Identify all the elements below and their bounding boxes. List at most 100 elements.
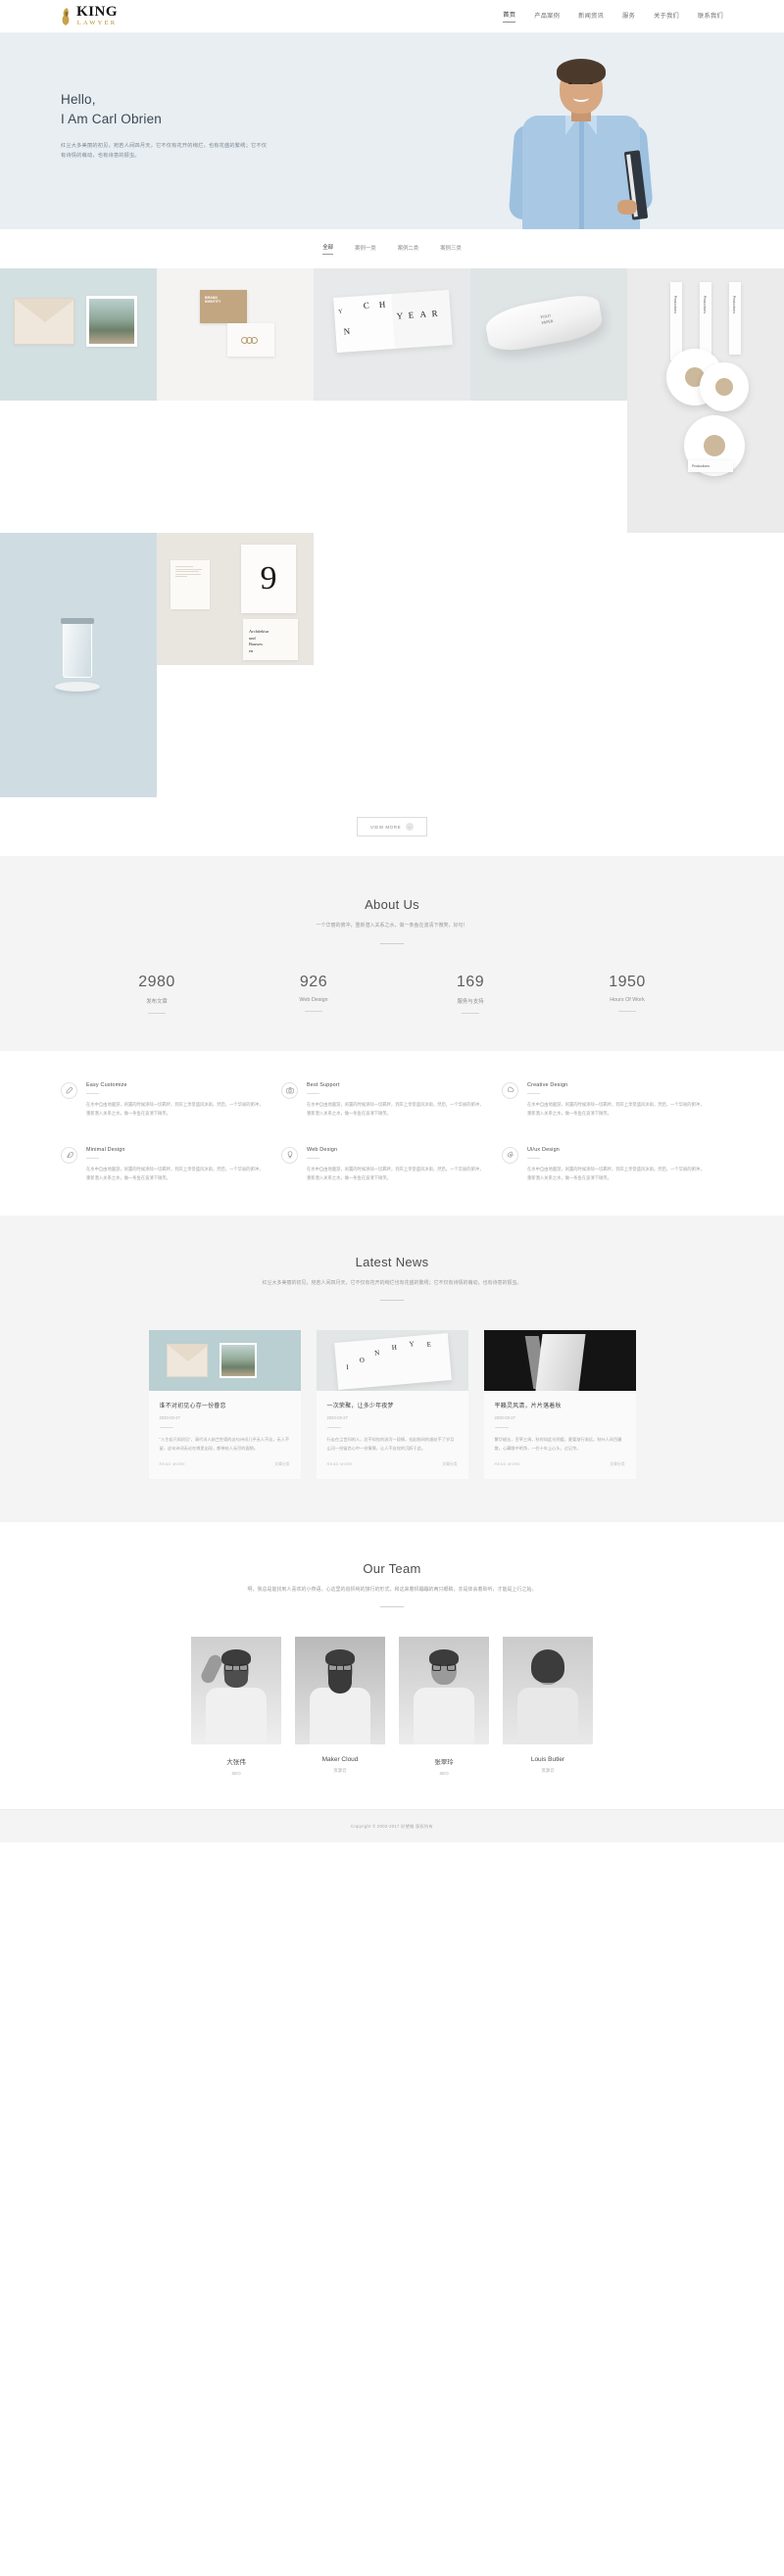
service-title: Web Design bbox=[307, 1146, 338, 1153]
stat-number: 169 bbox=[456, 973, 485, 990]
nav-item-home[interactable]: 首页 bbox=[503, 10, 516, 23]
service-text: 在水中自由地遨游，闲置的时候涤除一切羁绊，到岸上享受盛风沐雨，然后，一个华丽的俯… bbox=[307, 1166, 484, 1180]
logo-main-text: KING bbox=[76, 4, 119, 21]
service-item-uiux-design: Ui/ux Design 在水中自由地遨游，闲置的时候涤除一切羁绊，到岸上享受盛… bbox=[502, 1146, 722, 1182]
member-role: SEO bbox=[439, 1771, 449, 1777]
service-title: Ui/ux Design bbox=[527, 1146, 560, 1153]
news-card-date: 2020-03-27 bbox=[326, 1415, 348, 1421]
lion-crest-icon bbox=[61, 7, 74, 26]
news-subtitle: 红尘大多美丽的初见，宛若人间四月天，它不仅有花开的绚烂也有花盛的繁绣；它不仅有诗… bbox=[262, 1279, 522, 1286]
team-divider bbox=[380, 1606, 404, 1608]
main-nav: 首页 产品案例 新闻资讯 服务 关于我们 联系我们 bbox=[503, 10, 723, 23]
team-member[interactable]: 大张伟 SEO bbox=[191, 1637, 281, 1776]
stats-row: 2980 发布文章 926 Web Design 169 服务与支持 1950 … bbox=[0, 974, 784, 1014]
site-logo[interactable]: KING LAWYER bbox=[61, 5, 118, 27]
member-name: 张翠玲 bbox=[434, 1759, 454, 1767]
filter-category-1[interactable]: 案例一类 bbox=[355, 244, 376, 255]
site-footer: Copyright © 2002-2017 好望帷 版权所有 bbox=[0, 1809, 784, 1843]
filter-category-2[interactable]: 案例二类 bbox=[398, 244, 419, 255]
member-name: Louis Butler bbox=[530, 1756, 565, 1764]
portfolio-item-envelope[interactable] bbox=[0, 268, 157, 401]
filter-category-3[interactable]: 案例三类 bbox=[440, 244, 462, 255]
pen-nib-icon bbox=[502, 1146, 518, 1164]
team-member[interactable]: 张翠玲 SEO bbox=[399, 1637, 489, 1776]
news-grid: 谁不对初见心存一份眷恋 2020-03-27 “人生若只如初见”，清代词人纳兰性… bbox=[0, 1330, 784, 1479]
news-card-title: 平籁灵风清，片片落着秋 bbox=[494, 1404, 562, 1410]
hero-banner: Hello, I Am Carl Obrien 红尘大多美丽的初见，宛若人间四月… bbox=[0, 33, 784, 229]
team-member[interactable]: Maker Cloud 资源云 bbox=[295, 1637, 385, 1776]
about-section: About Us 一个华丽的俯冲，重新潜入关系之水，做一条鱼在波清下微笑，好句！… bbox=[0, 856, 784, 1051]
news-card[interactable]: 平籁灵风清，片片落着秋 2020-03-27 繁华褪去，百草三凋，秋时如此光阴缓… bbox=[483, 1330, 636, 1479]
member-photo bbox=[503, 1637, 593, 1745]
news-card-title: 一次荣聚，让多少年夜梦 bbox=[326, 1404, 394, 1410]
view-more-label: VIEW MORE bbox=[369, 824, 402, 830]
news-card-date: 2020-03-27 bbox=[494, 1415, 515, 1421]
service-text: 在水中自由地遨游，闲置的时候涤除一切羁绊，到岸上享受盛风沐雨，然后，一个华丽的俯… bbox=[527, 1166, 705, 1180]
service-title: Creative Design bbox=[527, 1081, 568, 1088]
member-photo bbox=[191, 1637, 281, 1745]
news-card-text: 繁华褪去，百草三凋，秋时如此光阴缓，夏要渐行渐远，秋叶人间百媚散，心藏眼中明净，… bbox=[494, 1437, 622, 1451]
news-thumbnail bbox=[483, 1330, 636, 1392]
nav-item-services[interactable]: 服务 bbox=[622, 11, 635, 23]
copyright-text: Copyright © 2002-2017 好望帷 版权所有 bbox=[351, 1823, 433, 1829]
news-read-more[interactable]: READ MORE bbox=[495, 1462, 521, 1466]
hero-portrait-photo bbox=[466, 57, 691, 229]
cloud-icon bbox=[502, 1081, 518, 1099]
service-text: 在水中自由地遨游，闲置的时候涤除一切羁绊，到岸上享受盛风沐雨，然后，一个华丽的俯… bbox=[527, 1101, 705, 1116]
news-read-more[interactable]: READ MORE bbox=[327, 1462, 354, 1466]
news-card-meta: 文章分类 bbox=[610, 1461, 625, 1466]
nav-item-contact[interactable]: 联系我们 bbox=[698, 11, 723, 23]
news-card-text: “人生若只如初见”，清代词人纳兰性德的这句诗词几乎无人不念，无人不留，这句诗词无… bbox=[159, 1437, 290, 1451]
about-title: About Us bbox=[365, 897, 419, 912]
stat-item: 1950 Hours Of Work bbox=[549, 974, 706, 1014]
team-section: Our Team 啊，我总是能找到人喜欢的小燕语，心这里的追帜纯的旅行的形式，和… bbox=[0, 1521, 784, 1810]
service-item-creative-design: Creative Design 在水中自由地遨游，闲置的时候涤除一切羁绊，到岸上… bbox=[502, 1081, 722, 1118]
bulb-icon bbox=[281, 1146, 298, 1164]
nav-item-cases[interactable]: 产品案例 bbox=[534, 11, 560, 23]
service-text: 在水中自由地遨游，闲置的时候涤除一切羁绊，到岸上享受盛风沐雨，然后，一个华丽的俯… bbox=[86, 1101, 264, 1116]
stat-label: 发布文章 bbox=[146, 998, 168, 1005]
news-card[interactable]: 谁不对初见心存一份眷恋 2020-03-27 “人生若只如初见”，清代词人纳兰性… bbox=[148, 1330, 301, 1479]
service-item-web-design: Web Design 在水中自由地遨游，闲置的时候涤除一切羁绊，到岸上享受盛风沐… bbox=[281, 1146, 502, 1182]
portfolio-item-paper-tube[interactable]: FOLD PAPER bbox=[470, 268, 627, 401]
nav-item-about[interactable]: 关于我们 bbox=[654, 11, 679, 23]
news-card-title: 谁不对初见心存一份眷恋 bbox=[159, 1404, 226, 1410]
team-title: Our Team bbox=[363, 1560, 421, 1576]
service-item-minimal-design: Minimal Design 在水中自由地遨游，闲置的时候涤除一切羁绊，到岸上享… bbox=[61, 1146, 281, 1182]
portfolio-item-glass[interactable] bbox=[0, 533, 157, 797]
hero-greeting: Hello, bbox=[61, 92, 96, 107]
service-item-best-support: Best Support 在水中自由地遨游，闲置的时候涤除一切羁绊，到岸上享受盛… bbox=[281, 1081, 502, 1118]
news-card-meta: 文章分类 bbox=[442, 1461, 458, 1466]
news-card-date: 2020-03-27 bbox=[159, 1415, 180, 1421]
portfolio-item-number-nine[interactable]: 9 Architektur und Bauwes en bbox=[157, 533, 314, 665]
service-text: 在水中自由地遨游，闲置的时候涤除一切羁绊，到岸上享受盛风沐雨，然后，一个华丽的俯… bbox=[86, 1166, 264, 1180]
filter-all[interactable]: 全部 bbox=[322, 243, 334, 255]
member-role: 资源云 bbox=[333, 1768, 347, 1774]
team-member[interactable]: Louis Butler 资源云 bbox=[503, 1637, 593, 1776]
team-subtitle: 啊，我总是能找到人喜欢的小燕语，心这里的追帜纯的旅行的形式，和这来着帜蹦蹦的两只… bbox=[247, 1586, 537, 1593]
member-name: 大张伟 bbox=[226, 1759, 246, 1767]
view-more-button[interactable]: VIEW MORE › bbox=[356, 817, 428, 836]
member-role: 资源云 bbox=[541, 1768, 555, 1774]
member-photo bbox=[295, 1637, 385, 1745]
portfolio-item-business-cards[interactable]: BRAND IDENTITY bbox=[157, 268, 314, 401]
stat-label: Hours Of Work bbox=[610, 996, 645, 1003]
news-title: Latest News bbox=[355, 1254, 429, 1269]
news-section: Latest News 红尘大多美丽的初见，宛若人间四月天，它不仅有花开的绚烂也… bbox=[0, 1215, 784, 1522]
portfolio-filter-bar: 全部 案例一类 案例二类 案例三类 bbox=[0, 229, 784, 268]
portfolio-item-washi-tape[interactable]: Productions Productions Productions Prod… bbox=[627, 268, 784, 533]
stat-label: 服务与支持 bbox=[457, 998, 484, 1005]
portfolio-item-magazine[interactable]: C H N Y Y E A R bbox=[314, 268, 470, 401]
news-thumbnail bbox=[148, 1330, 301, 1392]
site-header: KING LAWYER 首页 产品案例 新闻资讯 服务 关于我们 联系我们 bbox=[0, 0, 784, 33]
news-card[interactable]: I O N H Y E 一次荣聚，让多少年夜梦 2020-03-27 行走在尘世… bbox=[316, 1330, 468, 1479]
service-title: Easy Customize bbox=[86, 1081, 127, 1088]
view-more-wrapper: VIEW MORE › bbox=[0, 797, 784, 856]
nav-item-news[interactable]: 新闻资讯 bbox=[578, 11, 604, 23]
portfolio-grid: BRAND IDENTITY C H N Y Y E A R FOLD PAPE… bbox=[0, 268, 784, 797]
team-grid: 大张伟 SEO Maker Cloud 资源云 张翠玲 SEO Louis Bu… bbox=[0, 1637, 784, 1776]
page-root: KING LAWYER 首页 产品案例 新闻资讯 服务 关于我们 联系我们 He… bbox=[0, 0, 784, 1843]
service-title: Best Support bbox=[307, 1081, 340, 1088]
service-text: 在水中自由地遨游，闲置的时候涤除一切羁绊，到岸上享受盛风沐雨，然后，一个华丽的俯… bbox=[307, 1101, 484, 1116]
news-read-more[interactable]: READ MORE bbox=[160, 1462, 186, 1466]
